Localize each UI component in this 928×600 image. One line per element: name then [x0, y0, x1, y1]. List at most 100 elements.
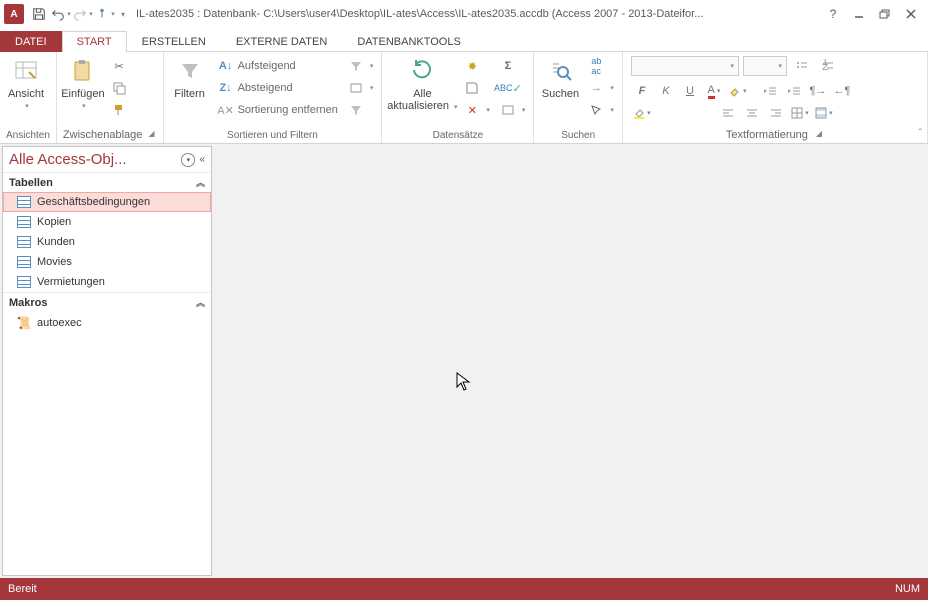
suchen-button[interactable]: Suchen	[538, 54, 582, 100]
refresh-icon	[407, 56, 437, 86]
delete-record-icon: ✕	[464, 102, 480, 118]
group-label-ansichten: Ansichten	[4, 128, 52, 143]
qat-customize-icon[interactable]: ▾	[116, 3, 130, 25]
goto-button[interactable]: →▾	[584, 78, 618, 98]
save-record-button[interactable]	[460, 78, 494, 98]
absteigend-label: Absteigend	[238, 82, 293, 94]
delete-record-button[interactable]: ✕▾	[460, 100, 494, 120]
aufsteigend-button[interactable]: A↓Aufsteigend	[214, 56, 342, 76]
nav-item-kopien[interactable]: Kopien	[3, 212, 211, 232]
close-icon[interactable]	[898, 3, 924, 25]
undo-icon[interactable]: ▾	[50, 3, 72, 25]
align-center-button[interactable]	[741, 103, 763, 123]
group-suchen: Suchen abac →▾ ▾ Suchen	[534, 52, 623, 143]
nav-menu-icon[interactable]: ▾	[181, 153, 195, 167]
cut-button[interactable]: ✂	[107, 56, 131, 76]
spelling-button[interactable]: ABC✓	[496, 78, 530, 98]
nav-item-kunden[interactable]: Kunden	[3, 232, 211, 252]
copy-button[interactable]	[107, 78, 131, 98]
nav-item-geschaeftsbedingungen[interactable]: Geschäftsbedingungen	[3, 192, 211, 212]
nav-item-autoexec[interactable]: 📜autoexec	[3, 312, 211, 334]
nav-collapse-icon[interactable]: «	[199, 154, 205, 165]
highlight-button[interactable]: ▾	[727, 81, 749, 101]
sort-desc-icon: Z↓	[218, 80, 234, 96]
group-label-sortfilter: Sortieren und Filtern	[168, 128, 378, 143]
bullets-button[interactable]	[791, 56, 813, 76]
tab-erstellen[interactable]: ERSTELLEN	[127, 31, 221, 52]
filtern-button[interactable]: Filtern	[168, 54, 212, 100]
italic-button[interactable]: K	[655, 81, 677, 101]
advanced-filter-button[interactable]: ▾	[344, 78, 378, 98]
group-sort-filter: Filtern A↓Aufsteigend Z↓ Absteigend A✕Sor…	[164, 52, 383, 143]
totals-button[interactable]: Σ	[496, 56, 530, 76]
save-icon[interactable]	[28, 3, 50, 25]
toggle-filter-button[interactable]	[344, 100, 378, 120]
status-bar: Bereit NUM	[0, 578, 928, 600]
ltr-button[interactable]: ¶→	[807, 81, 829, 101]
align-left-button[interactable]	[717, 103, 739, 123]
group-label-datensaetze: Datensätze	[386, 128, 529, 143]
font-combo[interactable]: ▾	[631, 56, 739, 76]
replace-icon: abac	[588, 58, 604, 74]
touch-mode-icon[interactable]: ▾	[94, 3, 116, 25]
help-icon[interactable]: ?	[820, 3, 846, 25]
alle-aktualisieren-button[interactable]: Alleaktualisieren ▾	[386, 54, 458, 114]
gridlines-button[interactable]: ▾	[789, 103, 811, 123]
window-controls: ?	[820, 3, 924, 25]
redo-icon[interactable]: ▾	[72, 3, 94, 25]
nav-section-makros-label: Makros	[9, 297, 48, 309]
clipboard-launcher-icon[interactable]: ◢	[146, 129, 156, 141]
underline-button[interactable]: U	[679, 81, 701, 101]
more-records-icon	[500, 102, 516, 118]
tab-start[interactable]: START	[62, 31, 127, 52]
filter-icon	[175, 56, 205, 86]
suchen-label: Suchen	[542, 88, 579, 100]
view-icon	[11, 56, 41, 86]
restore-icon[interactable]	[872, 3, 898, 25]
nav-item-label: Movies	[37, 256, 72, 268]
nav-section-makros[interactable]: Makros ︽	[3, 292, 211, 312]
einfuegen-label: Einfügen	[61, 88, 104, 100]
table-icon	[17, 256, 31, 268]
font-color-button[interactable]: A▾	[703, 81, 725, 101]
align-right-button[interactable]	[765, 103, 787, 123]
numbering-button[interactable]: 12	[817, 56, 839, 76]
tab-file[interactable]: DATEI	[0, 31, 62, 52]
bold-button[interactable]: F	[631, 81, 653, 101]
alleakt-label2: aktualisieren	[387, 100, 449, 112]
group-label-suchen: Suchen	[538, 128, 618, 143]
ansicht-button[interactable]: Ansicht ▾	[4, 54, 48, 110]
minimize-icon[interactable]	[846, 3, 872, 25]
sortierung-entfernen-button[interactable]: A✕Sortierung entfernen	[214, 100, 342, 120]
absteigend-button[interactable]: Z↓ Absteigend	[214, 78, 342, 98]
tab-datenbanktools[interactable]: DATENBANKTOOLS	[342, 31, 476, 52]
nav-section-tabellen[interactable]: Tabellen︽	[3, 172, 211, 192]
nav-item-vermietungen[interactable]: Vermietungen	[3, 272, 211, 292]
table-icon	[17, 236, 31, 248]
select-button[interactable]: ▾	[584, 100, 618, 120]
goto-icon: →	[588, 80, 604, 96]
fill-color-button[interactable]: ▾	[631, 103, 653, 123]
nav-item-movies[interactable]: Movies	[3, 252, 211, 272]
replace-button[interactable]: abac	[584, 56, 618, 76]
rtl-button[interactable]: ←¶	[831, 81, 853, 101]
chevron-up-icon: ︽	[196, 296, 205, 309]
group-label-zwischenablage: Zwischenablage	[63, 129, 143, 141]
textfmt-launcher-icon[interactable]: ◢	[814, 129, 824, 141]
fontsize-combo[interactable]: ▾	[743, 56, 787, 76]
format-painter-button[interactable]	[107, 100, 131, 120]
selection-filter-button[interactable]: ▾	[344, 56, 378, 76]
quick-access-toolbar: A ▾ ▾ ▾ ▾	[4, 3, 130, 25]
advanced-filter-icon	[348, 80, 364, 96]
decrease-indent-button[interactable]	[759, 81, 781, 101]
more-records-button[interactable]: ▾	[496, 100, 530, 120]
table-icon	[17, 276, 31, 288]
new-record-button[interactable]: ✸	[460, 56, 494, 76]
nav-item-label: Vermietungen	[37, 276, 105, 288]
alternate-row-button[interactable]: ▾	[813, 103, 835, 123]
tab-externe-daten[interactable]: EXTERNE DATEN	[221, 31, 342, 52]
nav-header[interactable]: Alle Access-Obj... ▾ «	[3, 147, 211, 172]
einfuegen-button[interactable]: Einfügen ▾	[61, 54, 105, 110]
collapse-ribbon-icon[interactable]: ˆ	[919, 128, 922, 139]
increase-indent-button[interactable]	[783, 81, 805, 101]
